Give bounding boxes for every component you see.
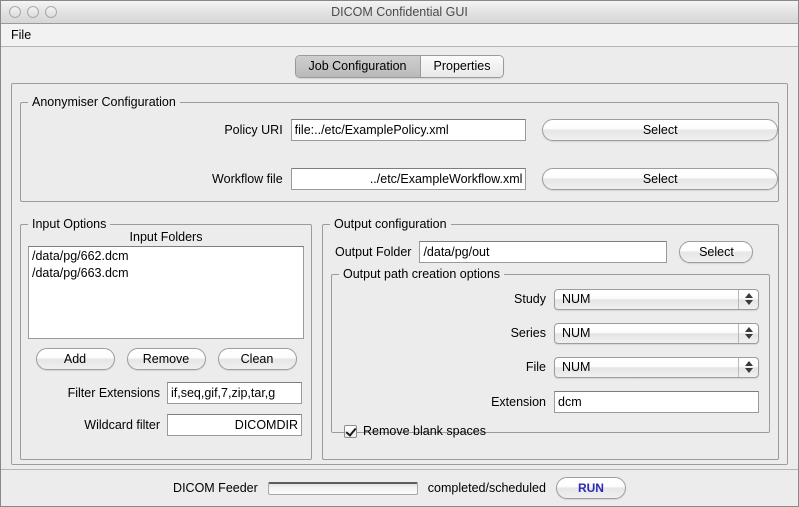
- series-label: Series: [510, 326, 546, 340]
- lower-row: Input Options Input Folders /data/pg/662…: [20, 216, 779, 460]
- input-folders-list[interactable]: /data/pg/662.dcm /data/pg/663.dcm: [28, 246, 304, 339]
- output-folder-input[interactable]: [419, 241, 668, 263]
- window-controls: [9, 6, 57, 18]
- anonymiser-configuration-title: Anonymiser Configuration: [28, 95, 180, 109]
- file-select[interactable]: NUM: [554, 356, 759, 378]
- input-folders-label: Input Folders: [129, 230, 203, 244]
- file-stepper-icons[interactable]: [738, 357, 758, 377]
- job-configuration-panel: Anonymiser Configuration Policy URI Sele…: [11, 83, 788, 465]
- policy-uri-select-button[interactable]: Select: [542, 119, 778, 141]
- extension-row: Extension: [332, 391, 769, 413]
- clean-button[interactable]: Clean: [217, 348, 297, 370]
- status-bar: DICOM Feeder completed/scheduled RUN: [1, 469, 798, 506]
- chevron-down-icon[interactable]: [744, 334, 753, 339]
- output-path-selects: Study NUM Series NUM File NUM Extension …: [332, 275, 769, 438]
- chevron-up-icon[interactable]: [744, 361, 753, 366]
- chevron-down-icon[interactable]: [744, 368, 753, 373]
- workflow-file-row: Workflow file Select: [21, 167, 778, 191]
- add-button[interactable]: Add: [35, 348, 115, 370]
- workflow-file-label: Workflow file: [212, 172, 283, 186]
- content-area: Job Configuration Properties Anonymiser …: [1, 47, 798, 506]
- chevron-up-icon[interactable]: [744, 327, 753, 332]
- anonymiser-configuration-group: Anonymiser Configuration Policy URI Sele…: [20, 95, 779, 202]
- tab-group: Job Configuration Properties: [294, 54, 505, 78]
- file-select-value: NUM: [562, 360, 591, 374]
- output-path-creation-options-group: Output path creation options Study NUM S…: [331, 267, 770, 438]
- wildcard-filter-input[interactable]: [167, 414, 302, 436]
- series-select-value: NUM: [562, 326, 591, 340]
- filter-extensions-input[interactable]: [167, 382, 302, 404]
- output-folder-label: Output Folder: [335, 245, 412, 259]
- run-button[interactable]: RUN: [555, 477, 626, 499]
- feeder-label: DICOM Feeder: [173, 481, 258, 495]
- series-select[interactable]: NUM: [554, 322, 759, 344]
- series-stepper-icons[interactable]: [738, 323, 758, 343]
- menu-item-file[interactable]: File: [9, 27, 37, 44]
- study-label: Study: [514, 292, 546, 306]
- list-item[interactable]: /data/pg/663.dcm: [30, 265, 303, 282]
- study-stepper-icons[interactable]: [738, 289, 758, 309]
- tab-bar: Job Configuration Properties: [1, 47, 798, 81]
- output-configuration-title: Output configuration: [330, 217, 451, 231]
- remove-blank-spaces-row[interactable]: Remove blank spaces: [332, 424, 769, 438]
- output-configuration-group: Output configuration Output Folder Selec…: [322, 217, 779, 460]
- study-select-value: NUM: [562, 292, 591, 306]
- file-row: File NUM: [332, 356, 769, 378]
- extension-label: Extension: [491, 395, 546, 409]
- close-button-icon[interactable]: [9, 6, 21, 18]
- workflow-file-input[interactable]: [290, 168, 527, 190]
- input-options-title: Input Options: [28, 217, 111, 231]
- series-row: Series NUM: [332, 322, 769, 344]
- remove-blank-spaces-checkbox[interactable]: [344, 424, 357, 438]
- tab-job-configuration[interactable]: Job Configuration: [295, 55, 420, 77]
- output-path-creation-options-title: Output path creation options: [339, 267, 505, 281]
- input-filters: Filter Extensions Wildcard filter: [21, 381, 311, 437]
- minimize-button-icon[interactable]: [27, 6, 39, 18]
- list-item[interactable]: /data/pg/662.dcm: [30, 248, 303, 265]
- wildcard-filter-label: Wildcard filter: [84, 418, 160, 432]
- remove-button[interactable]: Remove: [126, 348, 206, 370]
- wildcard-filter-row: Wildcard filter: [21, 413, 311, 437]
- tab-properties[interactable]: Properties: [419, 55, 504, 77]
- study-row: Study NUM: [332, 288, 769, 310]
- file-label: File: [525, 360, 546, 374]
- study-select[interactable]: NUM: [554, 288, 759, 310]
- application-window: DICOM Confidential GUI File Job Configur…: [0, 0, 799, 507]
- workflow-file-select-button[interactable]: Select: [542, 168, 778, 190]
- chevron-down-icon[interactable]: [744, 300, 753, 305]
- policy-uri-input[interactable]: [290, 119, 527, 141]
- output-folder-select-button[interactable]: Select: [679, 241, 754, 263]
- completed-scheduled-label: completed/scheduled: [427, 481, 546, 495]
- menu-bar: File: [1, 24, 798, 47]
- window-title: DICOM Confidential GUI: [331, 5, 468, 19]
- filter-extensions-row: Filter Extensions: [21, 381, 311, 405]
- input-options-group: Input Options Input Folders /data/pg/662…: [20, 217, 312, 460]
- window-titlebar: DICOM Confidential GUI: [1, 1, 798, 24]
- extension-input[interactable]: [554, 391, 759, 413]
- policy-uri-row: Policy URI Select: [21, 118, 778, 142]
- output-folder-row: Output Folder Select: [323, 241, 778, 263]
- policy-uri-label: Policy URI: [224, 123, 283, 137]
- remove-blank-spaces-label: Remove blank spaces: [363, 424, 486, 438]
- chevron-up-icon[interactable]: [744, 293, 753, 298]
- filter-extensions-label: Filter Extensions: [67, 386, 160, 400]
- zoom-button-icon[interactable]: [45, 6, 57, 18]
- input-folder-actions: Add Remove Clean: [21, 348, 311, 370]
- progress-bar: [267, 481, 418, 495]
